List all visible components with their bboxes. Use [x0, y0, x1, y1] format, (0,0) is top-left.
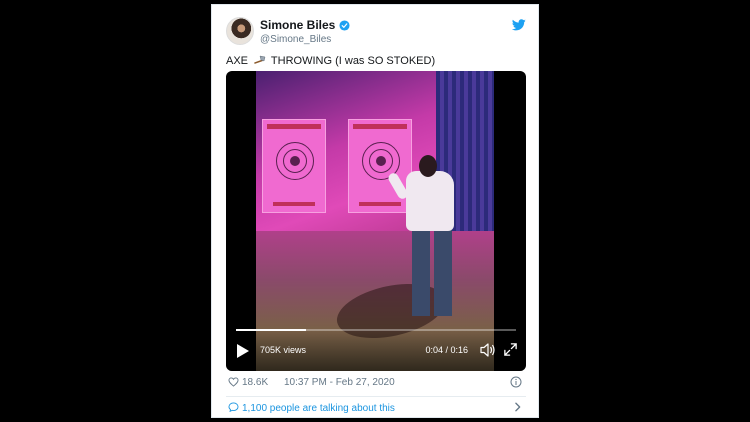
avatar[interactable] [226, 17, 254, 45]
axe-target-left [262, 119, 326, 213]
video-progress-fill [236, 329, 306, 331]
divider [226, 396, 526, 397]
info-icon[interactable] [510, 376, 522, 388]
tweet-meta: 18.6K 10:37 PM - Feb 27, 2020 [226, 375, 526, 391]
tweet-header: Simone Biles @Simone_Biles [226, 17, 526, 49]
twitter-bird-icon[interactable] [512, 19, 526, 31]
like-count[interactable]: 18.6K [242, 377, 268, 388]
axe-icon [254, 55, 266, 64]
page-background: Simone Biles @Simone_Biles AXE THROWING … [0, 0, 750, 422]
video-person-legs [412, 226, 452, 316]
talking-text[interactable]: 1,100 people are talking about this [242, 403, 395, 414]
video-frame[interactable] [256, 71, 494, 371]
tweet-text: AXE THROWING (I was SO STOKED) [226, 55, 435, 67]
video-timecode: 0:04 / 0:16 [425, 345, 468, 355]
author-handle[interactable]: @Simone_Biles [260, 34, 331, 45]
author-name-row[interactable]: Simone Biles [260, 18, 350, 32]
fullscreen-icon[interactable] [503, 342, 518, 357]
video-player[interactable]: 705K views 0:04 / 0:16 [226, 71, 526, 371]
talking-link[interactable]: 1,100 people are talking about this [226, 399, 526, 417]
video-controls: 705K views 0:04 / 0:16 [226, 329, 526, 371]
video-person-head [419, 155, 437, 177]
verified-badge-icon [339, 19, 350, 31]
heart-icon[interactable] [228, 377, 239, 387]
video-progress-track[interactable] [236, 329, 516, 331]
volume-icon[interactable] [480, 342, 496, 358]
tweet-card[interactable]: Simone Biles @Simone_Biles AXE THROWING … [211, 4, 539, 418]
tweet-text-part-1: AXE [226, 55, 252, 67]
chevron-right-icon[interactable] [514, 402, 522, 412]
tweet-timestamp[interactable]: 10:37 PM - Feb 27, 2020 [284, 377, 395, 388]
video-person-body [406, 171, 454, 231]
tweet-text-part-2: THROWING (I was SO STOKED) [268, 55, 436, 67]
play-icon[interactable] [236, 343, 250, 359]
speech-bubble-icon [228, 402, 239, 412]
video-views: 705K views [260, 345, 307, 355]
author-display-name[interactable]: Simone Biles [260, 18, 335, 32]
